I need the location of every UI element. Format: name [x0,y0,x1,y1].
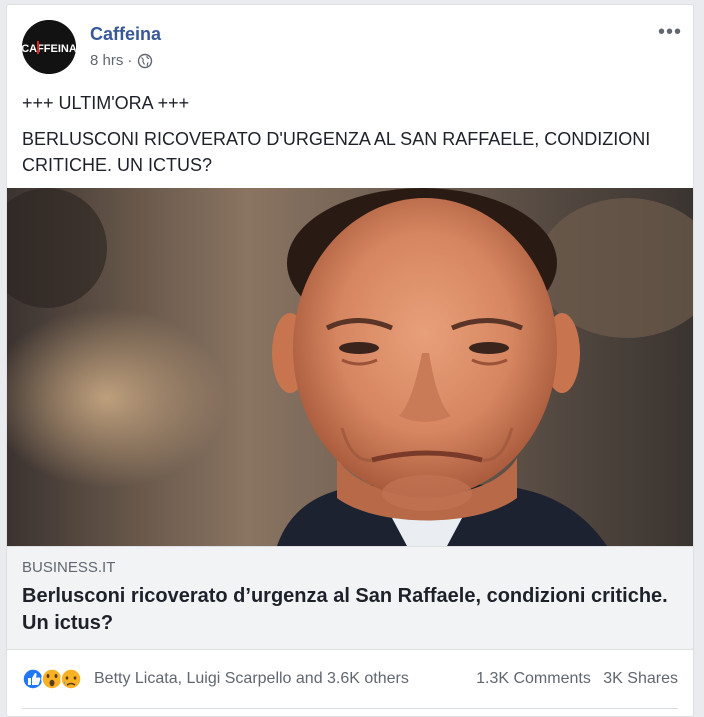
page-avatar[interactable]: CAFFEINA [22,20,76,74]
reaction-icons[interactable] [22,667,92,691]
wow-icon [41,668,63,690]
like-icon [22,668,44,690]
globe-icon[interactable] [137,53,153,69]
post-text-line: +++ ULTIM'ORA +++ [22,93,190,113]
shares-count[interactable]: 3K Shares [603,670,678,687]
caffeina-logo: CAFFEINA [22,20,76,74]
link-preview[interactable]: BUSINESS.IT Berlusconi ricoverato d’urge… [7,546,693,650]
post-timestamp[interactable]: 8 hrs [90,52,123,69]
divider [22,708,678,709]
meta-separator: · [127,52,133,69]
comments-count[interactable]: 1.3K Comments [476,670,591,687]
link-title[interactable]: Berlusconi ricoverato d’urgenza al San R… [22,583,672,637]
engagement-bar: Betty Licata, Luigi Scarpello and 3.6K o… [22,667,678,691]
engagement-counts: 1.3K Comments 3K Shares [468,670,678,688]
post-text: +++ ULTIM'ORA +++ BERLUSCONI RICOVERATO … [22,90,672,188]
page-name-link[interactable]: Caffeina [90,24,161,45]
portrait-photo [7,188,693,546]
post-meta: 8 hrs · [90,52,153,69]
post-card: CAFFEINA Caffeina 8 hrs · ••• +++ ULTIM'… [6,4,694,717]
reactors-link[interactable]: Betty Licata, Luigi Scarpello and 3.6K o… [94,670,409,688]
sad-icon [60,668,82,690]
link-domain: BUSINESS.IT [22,559,116,576]
post-text-line: BERLUSCONI RICOVERATO D'URGENZA AL SAN R… [22,129,651,175]
svg-text:CAFFEINA: CAFFEINA [22,43,76,55]
link-preview-image[interactable] [7,188,693,546]
post-header: CAFFEINA Caffeina 8 hrs · ••• [22,20,682,80]
more-options-icon[interactable]: ••• [658,22,682,42]
